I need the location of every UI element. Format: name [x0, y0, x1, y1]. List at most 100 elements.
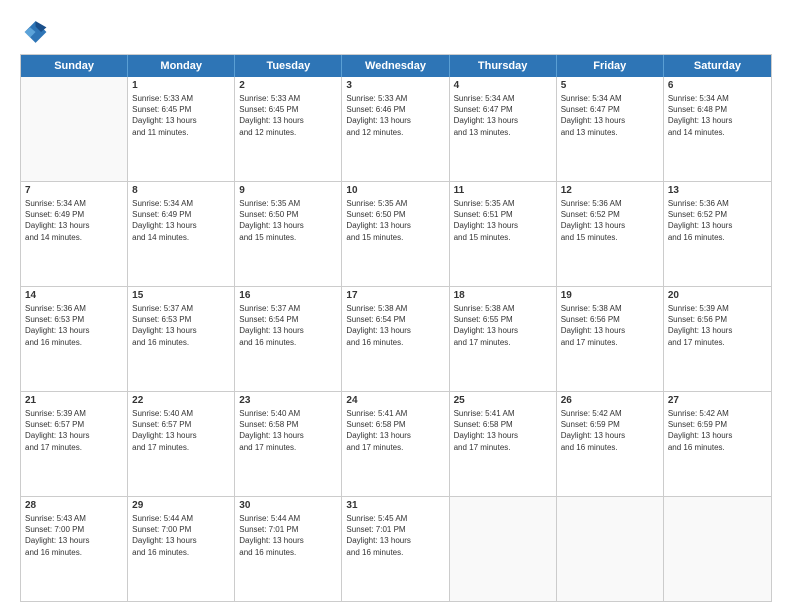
day-cell-30: 30Sunrise: 5:44 AMSunset: 7:01 PMDayligh… [235, 497, 342, 601]
day-number: 9 [239, 185, 337, 196]
cell-info-line: Sunrise: 5:45 AM [346, 513, 444, 524]
page-header [20, 18, 772, 46]
day-number: 7 [25, 185, 123, 196]
day-cell-24: 24Sunrise: 5:41 AMSunset: 6:58 PMDayligh… [342, 392, 449, 496]
cell-info-line: Sunset: 6:58 PM [346, 419, 444, 430]
cell-info-line: Daylight: 13 hours [25, 325, 123, 336]
calendar-row-3: 14Sunrise: 5:36 AMSunset: 6:53 PMDayligh… [21, 287, 771, 392]
cell-info-line: and 16 minutes. [132, 337, 230, 348]
calendar-body: 1Sunrise: 5:33 AMSunset: 6:45 PMDaylight… [21, 77, 771, 601]
day-cell-17: 17Sunrise: 5:38 AMSunset: 6:54 PMDayligh… [342, 287, 449, 391]
cell-info-line: and 16 minutes. [25, 337, 123, 348]
cell-info-line: and 16 minutes. [239, 547, 337, 558]
cell-info-line: Daylight: 13 hours [132, 430, 230, 441]
cell-info-line: and 16 minutes. [239, 337, 337, 348]
cell-info-line: Daylight: 13 hours [346, 325, 444, 336]
cell-info-line: Daylight: 13 hours [25, 430, 123, 441]
cell-info-line: Sunrise: 5:40 AM [239, 408, 337, 419]
day-number: 15 [132, 290, 230, 301]
cell-info-line: Sunset: 6:45 PM [132, 104, 230, 115]
day-number: 11 [454, 185, 552, 196]
cell-info-line: Sunrise: 5:34 AM [454, 93, 552, 104]
day-number: 22 [132, 395, 230, 406]
cell-info-line: Sunrise: 5:35 AM [239, 198, 337, 209]
weekday-header-friday: Friday [557, 55, 664, 77]
day-number: 12 [561, 185, 659, 196]
cell-info-line: Daylight: 13 hours [239, 325, 337, 336]
day-cell-3: 3Sunrise: 5:33 AMSunset: 6:46 PMDaylight… [342, 77, 449, 181]
day-cell-23: 23Sunrise: 5:40 AMSunset: 6:58 PMDayligh… [235, 392, 342, 496]
cell-info-line: Daylight: 13 hours [239, 220, 337, 231]
day-number: 28 [25, 500, 123, 511]
cell-info-line: Sunrise: 5:41 AM [454, 408, 552, 419]
cell-info-line: Sunset: 6:58 PM [239, 419, 337, 430]
cell-info-line: Sunrise: 5:38 AM [561, 303, 659, 314]
cell-info-line: and 17 minutes. [132, 442, 230, 453]
empty-cell-r4c6 [664, 497, 771, 601]
cell-info-line: Sunset: 6:56 PM [668, 314, 767, 325]
cell-info-line: Sunset: 6:45 PM [239, 104, 337, 115]
cell-info-line: and 14 minutes. [668, 127, 767, 138]
day-cell-16: 16Sunrise: 5:37 AMSunset: 6:54 PMDayligh… [235, 287, 342, 391]
day-number: 3 [346, 80, 444, 91]
day-number: 18 [454, 290, 552, 301]
day-cell-5: 5Sunrise: 5:34 AMSunset: 6:47 PMDaylight… [557, 77, 664, 181]
cell-info-line: Sunset: 6:52 PM [668, 209, 767, 220]
day-number: 21 [25, 395, 123, 406]
cell-info-line: Sunrise: 5:38 AM [346, 303, 444, 314]
cell-info-line: and 15 minutes. [346, 232, 444, 243]
cell-info-line: Daylight: 13 hours [454, 220, 552, 231]
cell-info-line: Daylight: 13 hours [668, 115, 767, 126]
cell-info-line: and 12 minutes. [239, 127, 337, 138]
cell-info-line: and 17 minutes. [239, 442, 337, 453]
cell-info-line: Sunrise: 5:35 AM [454, 198, 552, 209]
cell-info-line: Sunrise: 5:34 AM [561, 93, 659, 104]
day-number: 23 [239, 395, 337, 406]
cell-info-line: and 11 minutes. [132, 127, 230, 138]
empty-cell-r0c0 [21, 77, 128, 181]
cell-info-line: Sunrise: 5:35 AM [346, 198, 444, 209]
calendar-row-5: 28Sunrise: 5:43 AMSunset: 7:00 PMDayligh… [21, 497, 771, 601]
cell-info-line: and 15 minutes. [239, 232, 337, 243]
cell-info-line: Sunset: 6:47 PM [561, 104, 659, 115]
weekday-header-saturday: Saturday [664, 55, 771, 77]
cell-info-line: Sunset: 6:50 PM [239, 209, 337, 220]
cell-info-line: Sunrise: 5:43 AM [25, 513, 123, 524]
cell-info-line: Daylight: 13 hours [561, 430, 659, 441]
calendar-row-2: 7Sunrise: 5:34 AMSunset: 6:49 PMDaylight… [21, 182, 771, 287]
cell-info-line: Sunset: 6:48 PM [668, 104, 767, 115]
day-cell-4: 4Sunrise: 5:34 AMSunset: 6:47 PMDaylight… [450, 77, 557, 181]
logo [20, 18, 52, 46]
cell-info-line: Daylight: 13 hours [346, 430, 444, 441]
weekday-header-sunday: Sunday [21, 55, 128, 77]
cell-info-line: and 15 minutes. [561, 232, 659, 243]
cell-info-line: and 16 minutes. [668, 442, 767, 453]
day-cell-10: 10Sunrise: 5:35 AMSunset: 6:50 PMDayligh… [342, 182, 449, 286]
cell-info-line: Sunrise: 5:40 AM [132, 408, 230, 419]
day-number: 1 [132, 80, 230, 91]
day-cell-29: 29Sunrise: 5:44 AMSunset: 7:00 PMDayligh… [128, 497, 235, 601]
weekday-header-wednesday: Wednesday [342, 55, 449, 77]
day-cell-2: 2Sunrise: 5:33 AMSunset: 6:45 PMDaylight… [235, 77, 342, 181]
cell-info-line: and 16 minutes. [668, 232, 767, 243]
cell-info-line: Daylight: 13 hours [346, 115, 444, 126]
day-cell-7: 7Sunrise: 5:34 AMSunset: 6:49 PMDaylight… [21, 182, 128, 286]
cell-info-line: Sunset: 6:46 PM [346, 104, 444, 115]
cell-info-line: and 16 minutes. [132, 547, 230, 558]
cell-info-line: Sunrise: 5:36 AM [561, 198, 659, 209]
day-number: 10 [346, 185, 444, 196]
cell-info-line: Daylight: 13 hours [454, 115, 552, 126]
cell-info-line: Sunset: 7:00 PM [25, 524, 123, 535]
cell-info-line: Daylight: 13 hours [668, 430, 767, 441]
cell-info-line: Sunrise: 5:36 AM [25, 303, 123, 314]
calendar: SundayMondayTuesdayWednesdayThursdayFrid… [20, 54, 772, 602]
cell-info-line: Sunrise: 5:34 AM [132, 198, 230, 209]
day-number: 2 [239, 80, 337, 91]
day-cell-15: 15Sunrise: 5:37 AMSunset: 6:53 PMDayligh… [128, 287, 235, 391]
cell-info-line: Sunrise: 5:33 AM [239, 93, 337, 104]
calendar-header: SundayMondayTuesdayWednesdayThursdayFrid… [21, 55, 771, 77]
cell-info-line: Daylight: 13 hours [132, 220, 230, 231]
cell-info-line: Sunrise: 5:42 AM [668, 408, 767, 419]
day-cell-1: 1Sunrise: 5:33 AMSunset: 6:45 PMDaylight… [128, 77, 235, 181]
cell-info-line: Sunrise: 5:41 AM [346, 408, 444, 419]
